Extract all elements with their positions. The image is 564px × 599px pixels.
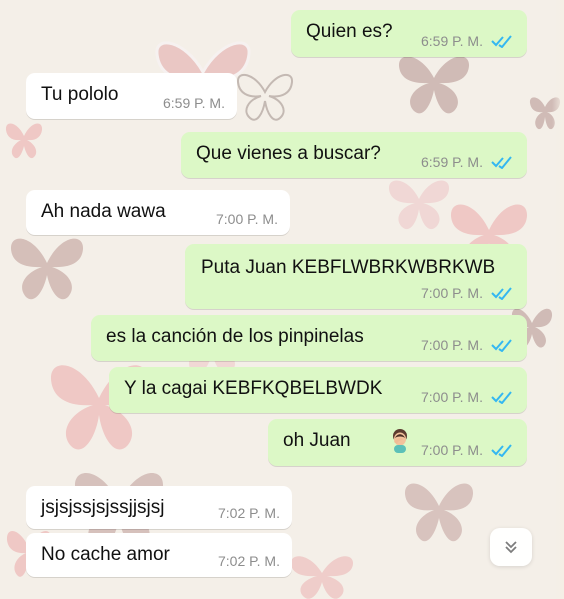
- message-bubble-outgoing[interactable]: Puta Juan KEBFLWBRKWBRKWB 7:00 P. M.: [185, 244, 527, 309]
- message-bubble-incoming[interactable]: jsjsjssjsjssjjsjsj 7:02 P. M.: [26, 486, 292, 529]
- double-check-icon: [491, 339, 512, 353]
- message-time: 6:59 P. M.: [420, 32, 483, 49]
- message-time: 7:00 P. M.: [215, 210, 278, 227]
- double-check-icon: [491, 156, 512, 170]
- message-text: Quien es?: [306, 21, 393, 42]
- message-meta: 7:02 P. M.: [217, 552, 280, 569]
- message-text: Ah nada wawa: [41, 201, 166, 222]
- message-meta: 7:00 P. M.: [420, 441, 513, 458]
- chat-thread: Quien es? 6:59 P. M. Tu pololo 6:59 P. M…: [0, 0, 564, 599]
- message-text: Tu pololo: [41, 84, 119, 105]
- message-meta: 7:00 P. M.: [215, 210, 278, 227]
- message-meta: 7:00 P. M.: [420, 336, 513, 353]
- double-check-icon: [491, 35, 512, 49]
- message-time: 7:00 P. M.: [420, 441, 483, 458]
- message-bubble-incoming[interactable]: Tu pololo 6:59 P. M.: [26, 73, 237, 119]
- message-bubble-incoming[interactable]: Ah nada wawa 7:00 P. M.: [26, 190, 290, 235]
- message-time: 7:02 P. M.: [217, 552, 280, 569]
- message-text: Y la cagai KEBFKQBELBWDK: [124, 378, 383, 399]
- message-time: 7:00 P. M.: [420, 284, 483, 301]
- message-text: Puta Juan KEBFLWBRKWBRKWB: [201, 257, 496, 278]
- message-bubble-incoming[interactable]: No cache amor 7:02 P. M.: [26, 533, 292, 577]
- message-meta: 6:59 P. M.: [162, 94, 225, 111]
- message-meta: 7:02 P. M.: [217, 504, 280, 521]
- double-check-icon: [491, 444, 512, 458]
- message-meta: 7:00 P. M.: [420, 388, 513, 405]
- message-bubble-outgoing[interactable]: es la canción de los pinpinelas 7:00 P. …: [91, 315, 527, 361]
- message-text: es la canción de los pinpinelas: [106, 326, 364, 347]
- chevron-double-down-icon: [505, 541, 517, 554]
- message-time: 7:02 P. M.: [217, 504, 280, 521]
- message-text: jsjsjssjsjssjjsjsj: [41, 497, 165, 518]
- scroll-to-bottom-button[interactable]: [490, 528, 532, 566]
- message-text: Que vienes a buscar?: [196, 143, 381, 164]
- message-time: 7:00 P. M.: [420, 336, 483, 353]
- message-time: 6:59 P. M.: [420, 153, 483, 170]
- message-bubble-outgoing[interactable]: Quien es? 6:59 P. M.: [291, 10, 527, 57]
- message-time: 6:59 P. M.: [162, 94, 225, 111]
- person-facepalm-emoji-icon: [393, 429, 407, 453]
- double-check-icon: [491, 287, 512, 301]
- double-check-icon: [491, 391, 512, 405]
- message-text: oh Juan: [283, 430, 351, 451]
- message-text: No cache amor: [41, 544, 170, 565]
- message-meta: 7:00 P. M.: [420, 284, 513, 301]
- message-meta: 6:59 P. M.: [420, 32, 513, 49]
- message-time: 7:00 P. M.: [420, 388, 483, 405]
- message-bubble-outgoing[interactable]: Y la cagai KEBFKQBELBWDK 7:00 P. M.: [109, 367, 527, 413]
- message-bubble-outgoing[interactable]: oh Juan 7:00 P. M.: [268, 419, 527, 466]
- message-meta: 6:59 P. M.: [420, 153, 513, 170]
- right-edge-fade: [552, 0, 564, 599]
- message-bubble-outgoing[interactable]: Que vienes a buscar? 6:59 P. M.: [181, 132, 527, 178]
